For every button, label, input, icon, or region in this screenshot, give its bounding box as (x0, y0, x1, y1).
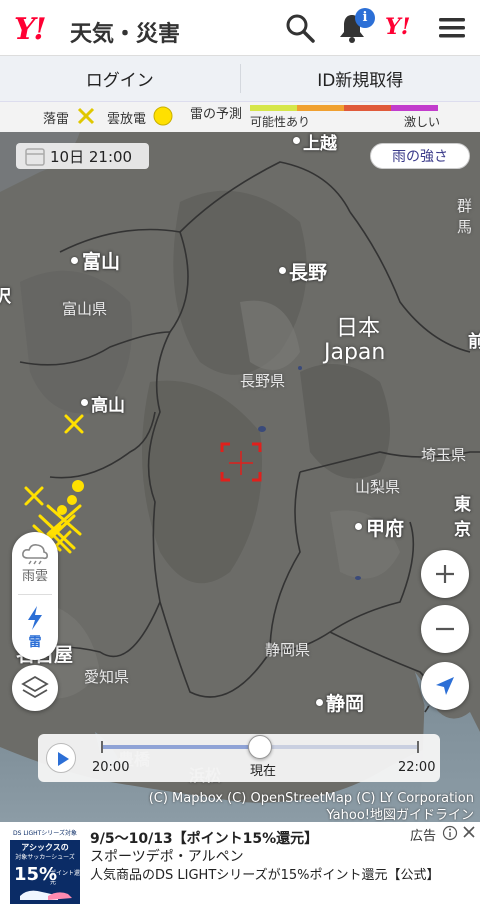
ad-info-icon[interactable] (442, 825, 458, 841)
city-label-takayama: 高山 (91, 396, 125, 416)
pref-label-saitama: 埼玉県 (421, 446, 467, 464)
edge-label-left: 沢 (0, 287, 11, 307)
layer-tabs: 雨雲 雷 (12, 532, 58, 660)
ad-image-point: ポイント還元 (50, 870, 80, 886)
scale-level-3 (344, 105, 391, 111)
plus-icon (436, 565, 454, 583)
city-dot-takayama (81, 399, 88, 406)
ad-image-line-2: 対象サッカーシューズ (15, 854, 75, 861)
tab-rain-label: 雨雲 (21, 568, 48, 584)
timeline-start-label: 20:00 (92, 760, 130, 775)
pref-label-aichi: 愛知県 (84, 668, 130, 686)
pref-label-toyama: 富山県 (62, 300, 108, 318)
pref-label-shizuoka: 静岡県 (265, 641, 311, 659)
scale-level-1 (250, 105, 297, 111)
pref-label-gunma: 群馬 (457, 197, 473, 236)
current-location-button[interactable] (421, 662, 469, 710)
tab-thunder[interactable]: 雷 (12, 596, 58, 658)
map-attribution: (C) Mapbox (C) OpenStreetMap (C) LY Corp… (149, 790, 474, 824)
tick-end (417, 741, 419, 753)
city-label-tokyo: 東京 (454, 495, 471, 540)
country-label-ja: 日本 (336, 316, 381, 341)
ad-label: 広告 (410, 829, 437, 844)
account-bar: ログイン ID新規取得 (0, 56, 480, 102)
layers-icon (21, 675, 49, 699)
lightning-bolt-icon (28, 605, 42, 630)
pref-label-yamanashi: 山梨県 (355, 478, 401, 496)
play-button[interactable] (46, 743, 76, 773)
terrain-layer (0, 132, 480, 822)
map-canvas[interactable]: 上越 富山 長野 高山 甲府 名古屋 静岡 東京 浜松 豊橋 富山県 長野県 埼… (0, 132, 480, 822)
shoe-icon (20, 890, 72, 900)
legend-forecast-label: 雷の予測 (190, 107, 243, 122)
pref-label-nagano: 長野県 (240, 372, 286, 390)
minus-icon (436, 627, 454, 631)
notification-badge: i (355, 8, 375, 28)
ad-advertiser[interactable]: スポーツデポ・アルペン (90, 846, 244, 866)
timeline-current-label: 現在 (250, 764, 277, 779)
tab-divider (18, 594, 52, 595)
location-arrow-icon (436, 677, 454, 695)
city-dot-kofu (355, 523, 362, 530)
ad-title[interactable]: 9/5〜10/13【ポイント15%還元】 (90, 828, 318, 848)
city-dot-shizuoka (316, 699, 323, 706)
scale-level-2 (297, 105, 344, 111)
country-label-en: Japan (324, 340, 386, 365)
city-label-toyama: 富山 (82, 251, 121, 273)
city-label-joetsu: 上越 (303, 134, 337, 154)
legend-cloud-discharge-label: 雲放電 (107, 112, 147, 127)
menu-icon[interactable] (436, 12, 468, 44)
zoom-in-button[interactable] (421, 550, 469, 598)
city-dot-toyama (71, 257, 78, 264)
city-label-shizuoka: 静岡 (326, 693, 365, 715)
app-header: Y! 天気・災害 i Y! (0, 0, 480, 56)
legend-strike-label: 落雷 (43, 112, 70, 127)
ad-close-icon[interactable] (462, 825, 476, 839)
timeline-end-label: 22:00 (398, 760, 436, 775)
cloud-discharge-dot-icon (153, 106, 173, 126)
scale-high-label: 激しい (404, 115, 441, 129)
tab-rain-cloud[interactable]: 雨雲 (12, 532, 58, 594)
tab-thunder-label: 雷 (28, 634, 42, 650)
yahoo-top-link[interactable]: Y! (385, 14, 410, 40)
time-slider-panel: 20:00 現在 22:00 (38, 734, 440, 782)
service-title[interactable]: 天気・災害 (70, 16, 180, 48)
time-slider-track[interactable] (101, 735, 419, 759)
strike-x-icon (77, 107, 95, 125)
ad-description[interactable]: 人気商品のDS LIGHTシリーズが15%ポイント還元【公式】 (90, 864, 440, 883)
map-time-chip: 10日 21:00 (16, 143, 149, 169)
city-dot-joetsu (293, 137, 300, 144)
attribution-copyright: (C) Mapbox (C) OpenStreetMap (C) LY Corp… (148, 791, 474, 806)
play-icon (58, 752, 69, 766)
city-label-nagano: 長野 (289, 262, 328, 284)
register-link[interactable]: ID新規取得 (241, 56, 480, 101)
search-icon[interactable] (284, 12, 316, 44)
calendar-icon (25, 148, 45, 166)
city-dot-nagano (279, 267, 286, 274)
city-label-kofu: 甲府 (366, 518, 405, 540)
time-slider-handle[interactable] (248, 735, 272, 759)
lightning-legend: 落雷 雲放電 雷の予測 可能性あり 激しい (0, 102, 480, 132)
login-link[interactable]: ログイン (0, 56, 240, 101)
pref-label-edge: 前 (468, 332, 480, 352)
rain-cloud-icon (22, 543, 48, 564)
scale-level-4 (391, 105, 438, 111)
scale-low-label: 可能性あり (250, 115, 311, 129)
map-layers-button[interactable] (12, 665, 58, 711)
yahoo-logo[interactable]: Y! (14, 12, 47, 47)
ad-image-caption: DS LIGHTシリーズ対象 (10, 828, 80, 840)
rain-intensity-button[interactable]: 雨の強さ (370, 143, 470, 169)
time-slider-fill (101, 745, 260, 749)
zoom-out-button[interactable] (421, 605, 469, 653)
ad-image[interactable]: DS LIGHTシリーズ対象 アシックスの 対象サッカーシューズ 15% ポイン… (10, 828, 80, 904)
tick-start (101, 741, 103, 753)
map-time-text: 10日 21:00 (50, 147, 133, 166)
ad-banner[interactable]: DS LIGHTシリーズ対象 アシックスの 対象サッカーシューズ 15% ポイン… (0, 822, 480, 911)
